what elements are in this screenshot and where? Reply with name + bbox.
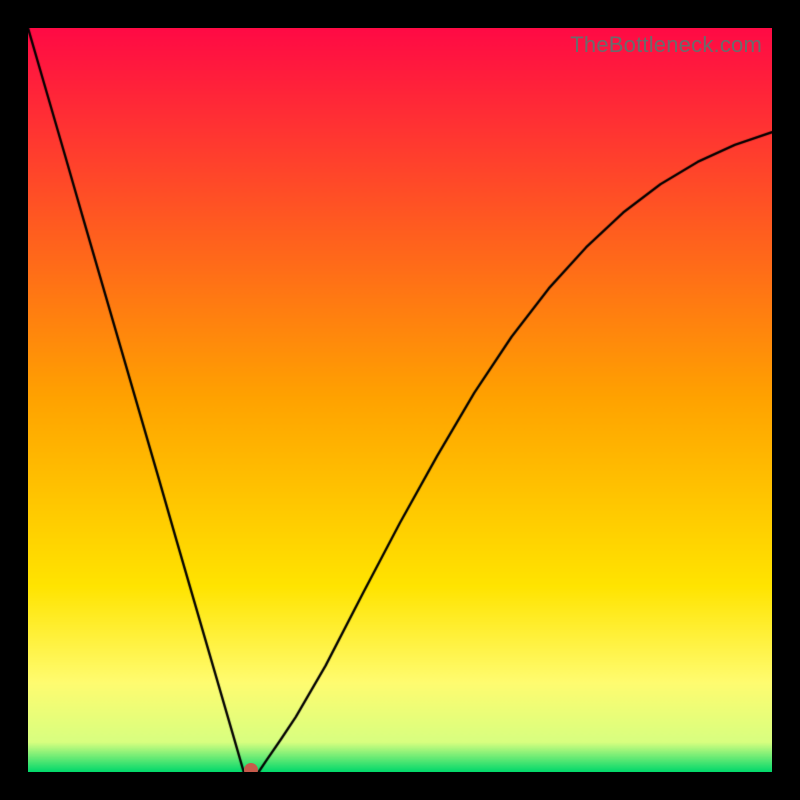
bottleneck-curve [28,28,772,772]
plot-area: TheBottleneck.com [28,28,772,772]
chart-stage: TheBottleneck.com [0,0,800,800]
watermark-label: TheBottleneck.com [570,32,762,58]
minimum-marker-icon [244,763,258,772]
